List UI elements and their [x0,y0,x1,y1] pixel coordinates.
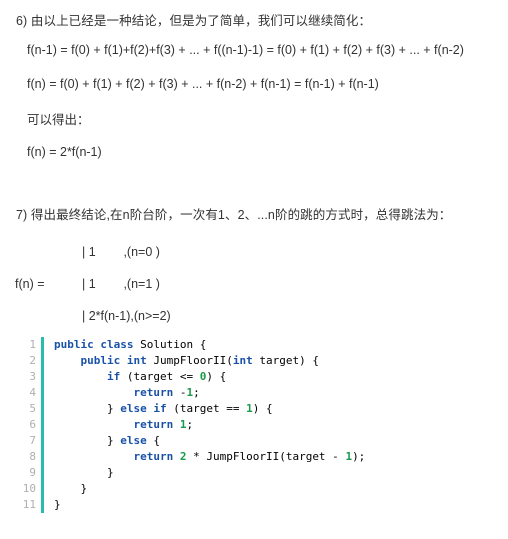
code-token-pn [54,370,107,383]
code-token-kw: else [120,434,147,447]
code-token-kw: if [106,370,121,383]
section-6-formula-2: f(n) = f(0) + f(1) + f(2) + f(3) + ... +… [27,77,379,91]
section-6-formula-1: f(n-1) = f(0) + f(1)+f(2)+f(3) + ... + f… [27,43,464,57]
code-token-id: } [106,466,114,479]
code-token-id: ; [193,386,200,399]
code-token-id: - [173,386,187,399]
section-6-conclusion-label: 可以得出： [27,113,90,127]
code-token-pn [54,418,133,431]
code-line-number: 8 [29,450,36,463]
code-line: } else { [54,433,492,449]
section-6-heading: 6) 由以上已经是一种结论，但是为了简单，我们可以继续简化： [16,14,372,28]
code-line-numbers: 1 2 3 4 5 6 7 8 9 10 11 [16,337,44,513]
code-line: return -1; [54,385,492,401]
code-token-pn [54,482,81,495]
piecewise-row-2: | 2*f(n-1),(n>=2) [82,309,171,323]
piecewise-lhs: f(n) = [15,277,45,291]
code-token-pn [120,354,127,367]
code-token-id: (target <= [120,370,200,383]
code-token-id: ) { [206,370,227,383]
code-token-id: * JumpFloorII(target - [186,450,346,463]
code-token-pn [54,354,81,367]
code-token-id: } [106,402,121,415]
code-token-id: } [106,434,121,447]
code-token-kw: int [126,354,147,367]
section-7-heading: 7) 得出最终结论,在n阶台阶，一次有1、2、...n阶的跳的方式时，总得跳法为… [16,208,452,222]
code-token-pn [54,386,133,399]
code-token-id: target) { [252,354,319,367]
code-line-number: 6 [29,418,36,431]
piecewise-row-1: | 1 ,(n=1 ) [82,277,160,291]
code-token-kw: public [54,338,94,351]
code-line: } else if (target == 1) { [54,401,492,417]
code-line: } [54,497,492,513]
code-token-id: Solution { [140,338,207,351]
code-line: } [54,465,492,481]
code-token-pn [54,402,107,415]
code-content[interactable]: public class Solution { public int JumpF… [44,337,492,513]
code-token-id: JumpFloorII( [153,354,233,367]
piecewise-row-0: | 1 ,(n=0 ) [82,245,160,259]
code-token-kw: else [120,402,147,415]
code-token-id: ) { [252,402,273,415]
code-line-number: 4 [29,386,36,399]
code-token-id: } [80,482,88,495]
code-line: public class Solution { [54,337,492,353]
code-line: public int JumpFloorII(int target) { [54,353,492,369]
code-token-kw: return [133,418,174,431]
code-token-id: ; [186,418,194,431]
code-line-number: 10 [22,482,36,495]
code-line: return 2 * JumpFloorII(target - 1); [54,449,492,465]
code-line: if (target <= 0) { [54,369,492,385]
code-token-id: { [146,434,160,447]
code-token-id [173,450,180,463]
code-block[interactable]: 1 2 3 4 5 6 7 8 9 10 11 public class Solution { pu… [16,337,492,513]
code-token-kw: class [100,338,134,351]
code-line-number: 7 [29,434,36,447]
code-line: return 1; [54,417,492,433]
section-6-conclusion-formula: f(n) = 2*f(n-1) [27,145,102,159]
code-line-number: 2 [29,354,36,367]
code-token-kw: int [232,354,253,367]
code-token-id: (target == [166,402,247,415]
code-token-kw: public [80,354,121,367]
code-token-pn [54,434,107,447]
code-token-pn [54,466,107,479]
code-token-id: ); [352,450,366,463]
code-token-kw: return [133,386,174,399]
code-token-id [173,418,180,431]
code-line: } [54,481,492,497]
code-token-num: 1 [246,402,253,415]
code-line-number: 5 [29,402,36,415]
code-token-id: } [54,498,61,511]
code-token-kw: if [153,402,167,415]
code-token-pn [54,450,133,463]
document-page: 6) 由以上已经是一种结论，但是为了简单，我们可以继续简化： f(n-1) = … [0,0,508,539]
code-line-number: 11 [22,498,36,511]
code-line-number: 9 [29,466,36,479]
code-line-number: 3 [29,370,36,383]
code-line-number: 1 [29,338,36,351]
code-token-kw: return [133,450,174,463]
